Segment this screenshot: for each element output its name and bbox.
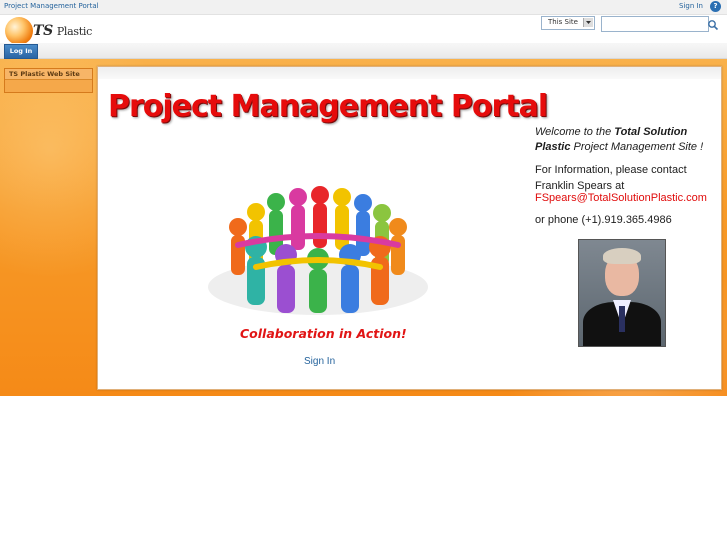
welcome-prefix: Welcome to the	[535, 126, 615, 138]
collaboration-team-image	[208, 186, 428, 315]
search-input[interactable]	[601, 16, 709, 32]
logo-ball	[5, 17, 33, 45]
tagline: Collaboration in Action!	[240, 326, 407, 341]
contact-photo	[578, 239, 666, 347]
sign-in-link-top[interactable]: Sign In	[679, 2, 703, 10]
main-content-panel: Project Management Portal Collaboration …	[97, 66, 722, 390]
dropdown-arrow-icon[interactable]	[583, 18, 593, 27]
quicklaunch-item-ts-plastic-web-site[interactable]: TS Plastic Web Site	[5, 69, 92, 80]
quick-launch: TS Plastic Web Site	[4, 68, 93, 93]
search-icon[interactable]	[707, 16, 719, 31]
logo-ts: TS	[33, 23, 53, 39]
top-nav-bar: Log In	[0, 43, 727, 59]
search-scope-select[interactable]: This Site	[541, 16, 595, 30]
help-icon[interactable]: ?	[710, 1, 721, 12]
logo-plastic: Plastic	[56, 25, 92, 38]
site-title-link[interactable]: Project Management Portal	[4, 2, 99, 10]
ts-plastic-logo[interactable]: TS Plastic	[5, 17, 95, 45]
welcome-bold-1: Total Solution	[614, 126, 688, 138]
photo-tie	[619, 306, 625, 332]
contact-text: For Information, please contact Franklin…	[535, 164, 687, 192]
contact-phone: or phone (+1).919.365.4986	[535, 214, 672, 226]
welcome-bold-2: Plastic	[535, 141, 571, 153]
contact-email[interactable]: FSpears@TotalSolutionPlastic.com	[535, 192, 707, 204]
welcome-suffix: Project Management Site !	[570, 141, 704, 153]
logo-text: TS Plastic	[33, 23, 92, 39]
sign-in-link[interactable]: Sign In	[304, 356, 335, 367]
welcome-text: Welcome to the Total Solution Plastic Pr…	[535, 125, 715, 155]
photo-hair	[603, 248, 641, 264]
top-bar: Project Management Portal Sign In ?	[0, 0, 727, 15]
page-footer-blank	[0, 396, 727, 545]
banner-title: Project Management Portal	[108, 89, 548, 124]
search-scope-value: This Site	[548, 18, 578, 26]
panel-top-strip	[98, 67, 721, 79]
tab-log-in[interactable]: Log In	[4, 44, 38, 59]
